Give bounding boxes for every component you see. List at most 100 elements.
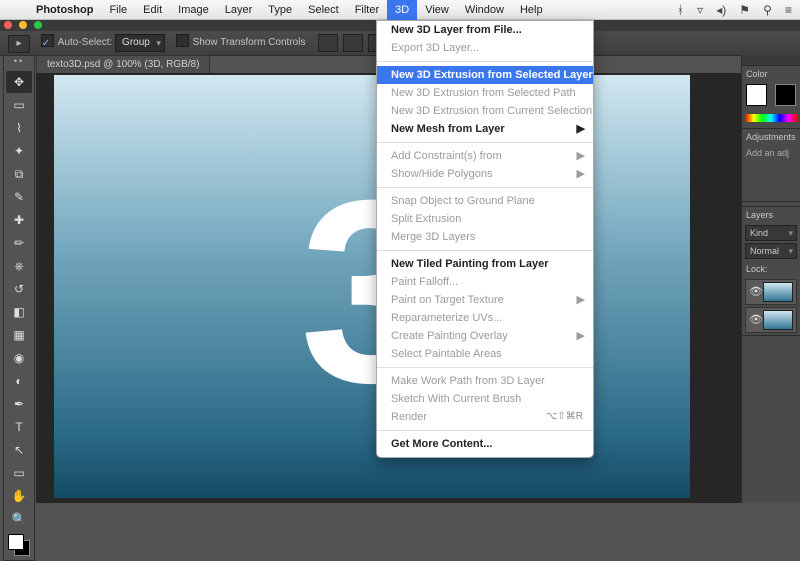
- show-transform-label: Show Transform Controls: [193, 37, 306, 48]
- menu-photoshop[interactable]: Photoshop: [28, 0, 101, 20]
- panel-dock: Color Adjustments Add an adj Layers Kind…: [741, 55, 800, 503]
- color-panel-tab[interactable]: Color: [742, 66, 800, 82]
- flag-icon[interactable]: ⚑: [739, 3, 750, 17]
- eraser-tool[interactable]: ◧: [6, 301, 32, 323]
- pen-tool[interactable]: ✒: [6, 393, 32, 415]
- path-select-tool[interactable]: ↖: [6, 439, 32, 461]
- wand-tool[interactable]: ✦: [6, 140, 32, 162]
- document-canvas[interactable]: 3: [54, 75, 690, 498]
- submenu-arrow-icon: ▶: [577, 327, 585, 345]
- auto-select-checkbox[interactable]: [41, 34, 54, 47]
- notifications-icon[interactable]: ≡: [785, 3, 792, 17]
- menu-item: Reparameterize UVs...: [377, 309, 593, 327]
- move-tool[interactable]: ✥: [6, 71, 32, 93]
- menu-item: Split Extrusion: [377, 210, 593, 228]
- menu-item: Merge 3D Layers: [377, 228, 593, 246]
- layer-filter-combo[interactable]: Kind: [745, 225, 797, 241]
- menu-item[interactable]: New Tiled Painting from Layer: [377, 255, 593, 273]
- blur-tool[interactable]: ◉: [6, 347, 32, 369]
- mac-menubar: PhotoshopFileEditImageLayerTypeSelectFil…: [0, 0, 800, 20]
- align-button[interactable]: [343, 34, 363, 52]
- menu-item: New 3D Extrusion from Selected Path: [377, 84, 593, 102]
- menu-item: Show/Hide Polygons▶: [377, 165, 593, 183]
- align-button[interactable]: [318, 34, 338, 52]
- menu-filter[interactable]: Filter: [347, 0, 387, 20]
- gradient-tool[interactable]: ▦: [6, 324, 32, 346]
- toolbox-grip[interactable]: ••: [4, 56, 34, 70]
- type-tool[interactable]: T: [6, 416, 32, 438]
- foreground-swatch[interactable]: [746, 84, 767, 106]
- fg-bg-swatch[interactable]: [8, 534, 30, 556]
- menu-item[interactable]: New 3D Layer from File...: [377, 21, 593, 39]
- menu-item: Snap Object to Ground Plane: [377, 192, 593, 210]
- menu-item: Render⌥⇧⌘R: [377, 408, 593, 426]
- menu-view[interactable]: View: [417, 0, 457, 20]
- hand-tool[interactable]: ✋: [6, 485, 32, 507]
- eyedropper-tool[interactable]: ✎: [6, 186, 32, 208]
- volume-icon[interactable]: ◂): [716, 3, 726, 17]
- menu-shortcut: ⌥⇧⌘R: [546, 408, 583, 426]
- menu-file[interactable]: File: [101, 0, 135, 20]
- menu-type[interactable]: Type: [260, 0, 300, 20]
- marquee-tool[interactable]: ▭: [6, 94, 32, 116]
- layer-thumbnail: [763, 282, 793, 302]
- menu-window[interactable]: Window: [457, 0, 512, 20]
- brush-tool[interactable]: ✏: [6, 232, 32, 254]
- shape-tool[interactable]: ▭: [6, 462, 32, 484]
- menu-item: Add Constraint(s) from▶: [377, 147, 593, 165]
- bluetooth-icon[interactable]: ᚼ: [677, 3, 684, 17]
- hue-ramp[interactable]: [745, 114, 797, 122]
- menu-image[interactable]: Image: [170, 0, 217, 20]
- lasso-tool[interactable]: ⌇: [6, 117, 32, 139]
- adjustments-panel-tab[interactable]: Adjustments: [742, 129, 800, 145]
- show-transform-checkbox[interactable]: [176, 34, 189, 47]
- layer-visibility-icon[interactable]: 👁: [749, 285, 763, 298]
- menu-layer[interactable]: Layer: [217, 0, 261, 20]
- layer-row[interactable]: 👁: [745, 307, 797, 333]
- history-brush-tool[interactable]: ↺: [6, 278, 32, 300]
- submenu-arrow-icon: ▶: [577, 120, 585, 138]
- layer-thumbnail: [763, 310, 793, 330]
- wifi-icon[interactable]: ▿: [697, 3, 703, 17]
- menu-item: Select Paintable Areas: [377, 345, 593, 363]
- crop-tool[interactable]: ⧉: [6, 163, 32, 185]
- zoom-tool[interactable]: 🔍: [6, 508, 32, 530]
- lock-label: Lock:: [742, 261, 800, 277]
- mac-status-area: ᚼ ▿ ◂) ⚑ ⚲ ≡: [667, 0, 792, 20]
- menu-item: Paint on Target Texture▶: [377, 291, 593, 309]
- add-adjustment-label: Add an adj: [742, 145, 800, 161]
- background-swatch[interactable]: [775, 84, 796, 106]
- auto-select-mode-combo[interactable]: Group: [115, 34, 165, 52]
- zoom-window-icon[interactable]: [34, 21, 42, 29]
- menu-3d[interactable]: 3D: [387, 0, 417, 20]
- layers-panel-tab[interactable]: Layers: [742, 207, 800, 223]
- menu-select[interactable]: Select: [300, 0, 347, 20]
- minimize-window-icon[interactable]: [19, 21, 27, 29]
- current-tool-indicator[interactable]: ▸: [8, 35, 30, 53]
- menu-item: Sketch With Current Brush: [377, 390, 593, 408]
- menu-item: Make Work Path from 3D Layer: [377, 372, 593, 390]
- blend-mode-combo[interactable]: Normal: [745, 243, 797, 259]
- menu-item: Export 3D Layer...: [377, 39, 593, 57]
- stamp-tool[interactable]: ⎈: [6, 255, 32, 277]
- panel-grip[interactable]: [742, 55, 800, 66]
- layer-visibility-icon[interactable]: 👁: [749, 313, 763, 326]
- menu-help[interactable]: Help: [512, 0, 551, 20]
- menu-edit[interactable]: Edit: [135, 0, 170, 20]
- menu-item: Create Painting Overlay▶: [377, 327, 593, 345]
- toolbox: •• ✥▭⌇✦⧉✎✚✏⎈↺◧▦◉◐✒T↖▭✋🔍: [3, 55, 35, 561]
- menu-3d-dropdown: New 3D Layer from File...Export 3D Layer…: [376, 20, 594, 458]
- document-tab[interactable]: texto3D.psd @ 100% (3D, RGB/8): [36, 55, 210, 73]
- menu-item[interactable]: Get More Content...: [377, 435, 593, 453]
- document-tabs: texto3D.psd @ 100% (3D, RGB/8): [36, 55, 210, 73]
- spotlight-icon[interactable]: ⚲: [763, 3, 772, 17]
- menu-item: New 3D Extrusion from Current Selection: [377, 102, 593, 120]
- layer-row[interactable]: 👁: [745, 279, 797, 305]
- menu-item[interactable]: New 3D Extrusion from Selected Layer: [377, 66, 593, 84]
- submenu-arrow-icon: ▶: [577, 291, 585, 309]
- menu-item[interactable]: New Mesh from Layer▶: [377, 120, 593, 138]
- close-window-icon[interactable]: [4, 21, 12, 29]
- heal-tool[interactable]: ✚: [6, 209, 32, 231]
- app-menubar: PhotoshopFileEditImageLayerTypeSelectFil…: [28, 0, 551, 20]
- dodge-tool[interactable]: ◐: [6, 370, 32, 392]
